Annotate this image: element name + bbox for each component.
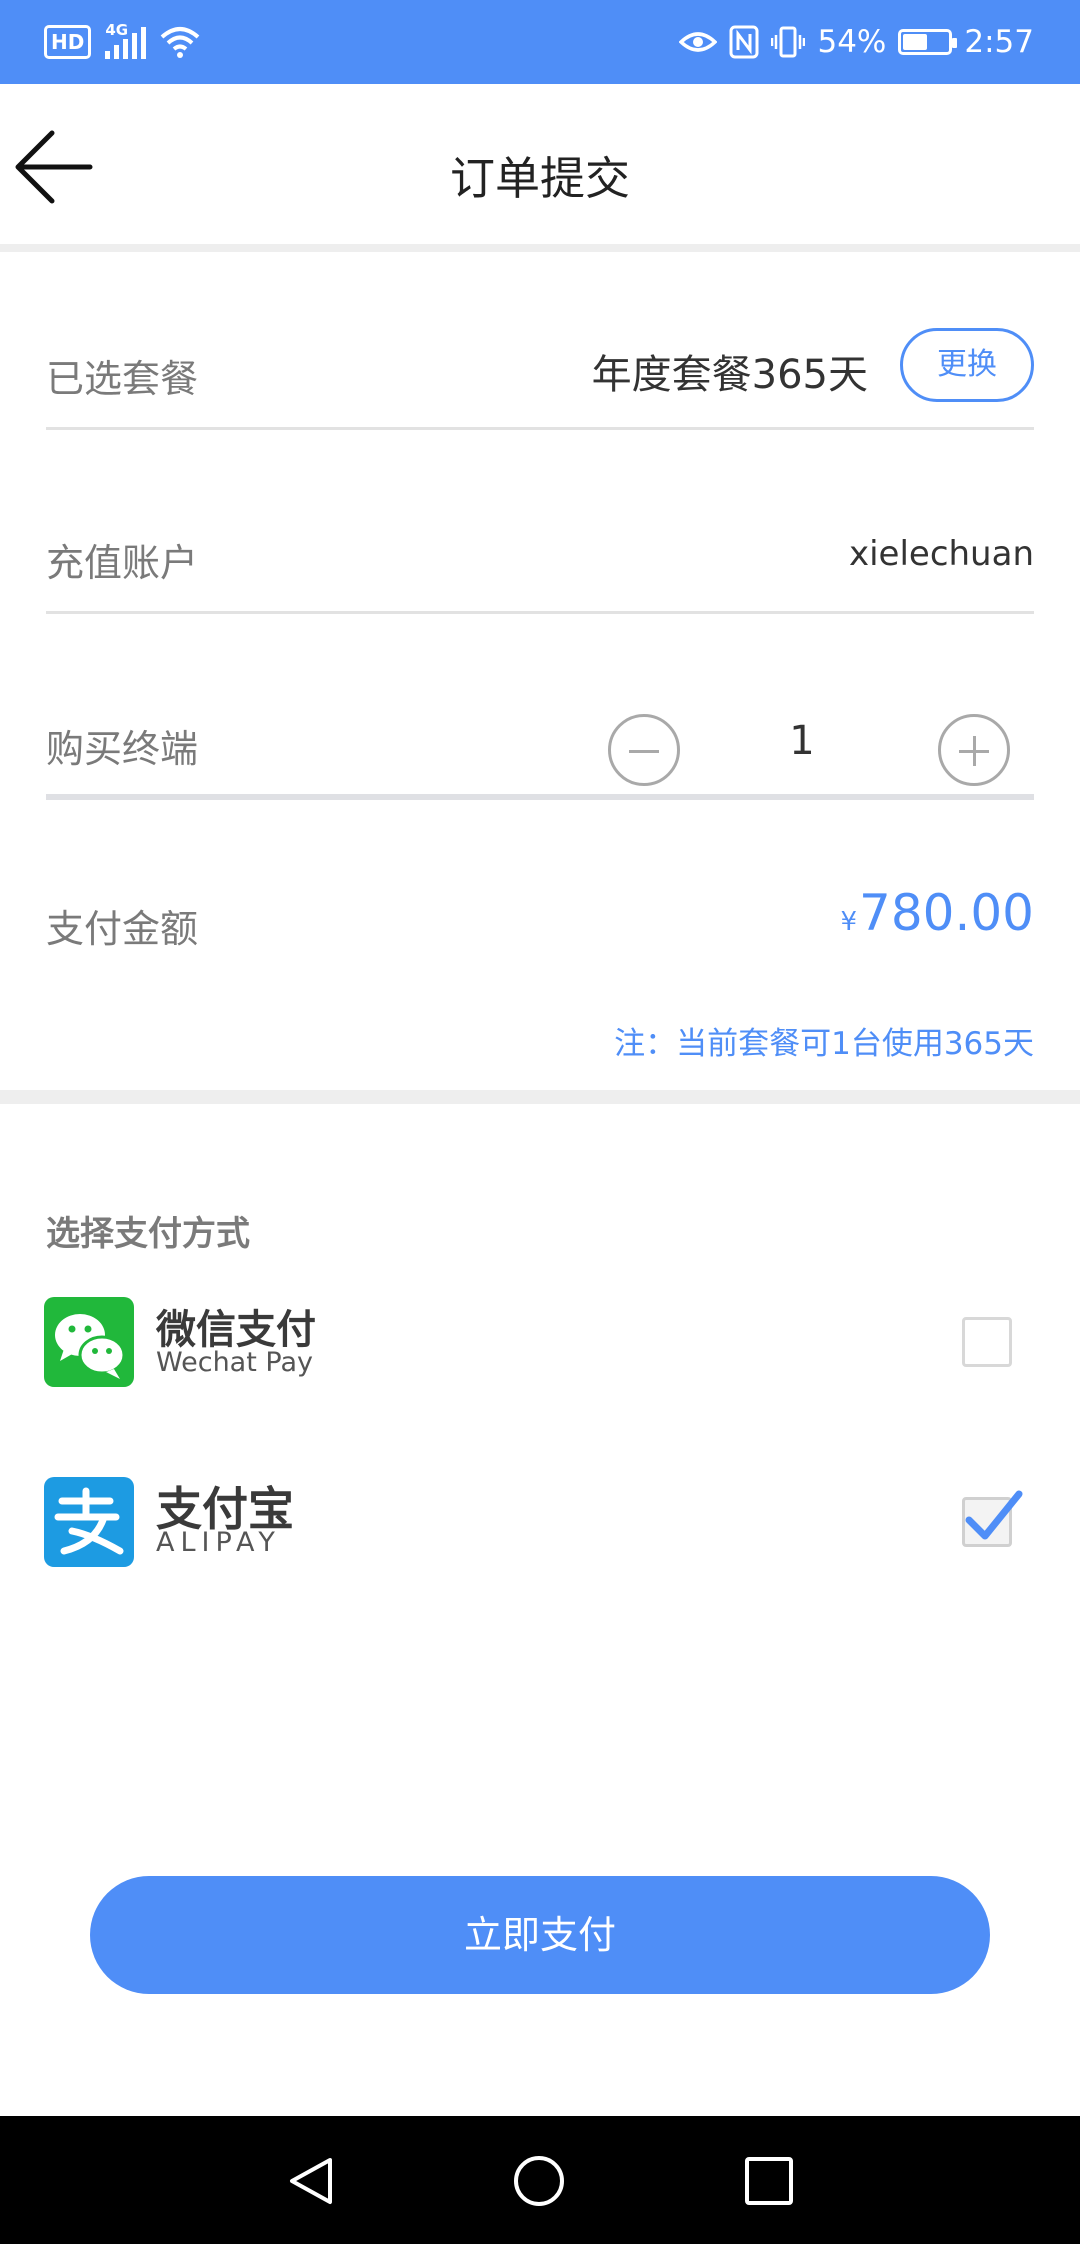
payment-section-title: 选择支付方式 [46,1214,250,1254]
status-left: HD 4G [44,21,200,62]
decrease-quantity-button[interactable] [608,714,680,786]
wechat-logo-icon [44,1297,134,1387]
amount-number: 780.00 [859,884,1034,942]
alipay-checkbox[interactable] [962,1490,1023,1547]
alipay-logo-icon [44,1477,134,1567]
row-divider [46,794,1034,800]
alipay-mark-icon [54,1487,124,1555]
alipay-name-en: ALIPAY [156,1527,281,1558]
hd-badge: HD [44,25,92,59]
status-bar: HD 4G 54% 2:57 [0,0,1080,84]
alipay-option[interactable]: 支付宝 ALIPAY [44,1477,1036,1571]
page-title: 订单提交 [449,152,630,205]
quantity-value: 1 [789,718,815,764]
header: 订单提交 [0,84,1080,244]
change-plan-button[interactable]: 更换 [900,328,1034,402]
battery-percent: 54% [817,24,887,60]
checkmark-icon [965,1490,1023,1540]
terminal-label: 购买终端 [46,727,199,771]
section-divider [0,1090,1080,1104]
pay-now-button[interactable]: 立即支付 [90,1876,990,1994]
signal-icon: 4G [105,21,147,59]
plan-note: 注：当前套餐可1台使用365天 [614,1026,1034,1062]
wechat-pay-name-en: Wechat Pay [156,1347,313,1378]
plan-row: 已选套餐 年度套餐365天 更换 [46,310,1034,430]
account-row: 充值账户 xielechuan [46,494,1034,614]
amount-label: 支付金额 [46,907,199,951]
wechat-bubbles-icon [55,1314,126,1379]
clock: 2:57 [964,24,1034,60]
row-divider [46,427,1034,430]
wifi-icon [161,27,200,58]
nav-recents-icon[interactable] [742,2154,796,2208]
terminal-row: 购买终端 1 [46,680,1034,800]
vibrate-icon [771,26,806,58]
currency-symbol: ¥ [840,907,858,937]
amount-row: 支付金额 ¥780.00 [46,860,1034,980]
wechat-pay-option[interactable]: 微信支付 Wechat Pay [44,1297,1036,1391]
account-value: xielechuan [848,534,1034,574]
row-divider [46,611,1034,614]
system-nav-bar [0,2116,1080,2244]
nav-back-icon[interactable] [284,2154,338,2208]
account-label: 充值账户 [46,541,199,585]
nav-home-icon[interactable] [512,2154,566,2208]
eye-icon [679,32,718,52]
status-right: 54% 2:57 [679,18,1034,66]
network-type: 4G [105,21,129,39]
plan-value: 年度套餐365天 [591,352,868,398]
increase-quantity-button[interactable] [938,714,1010,786]
plan-label: 已选套餐 [46,357,199,401]
nfc-icon [729,25,759,59]
amount-value: ¥780.00 [841,884,1035,942]
wechat-pay-checkbox[interactable] [962,1317,1012,1367]
battery-icon [898,29,958,55]
battery-fill [903,34,928,50]
header-divider [0,244,1080,252]
